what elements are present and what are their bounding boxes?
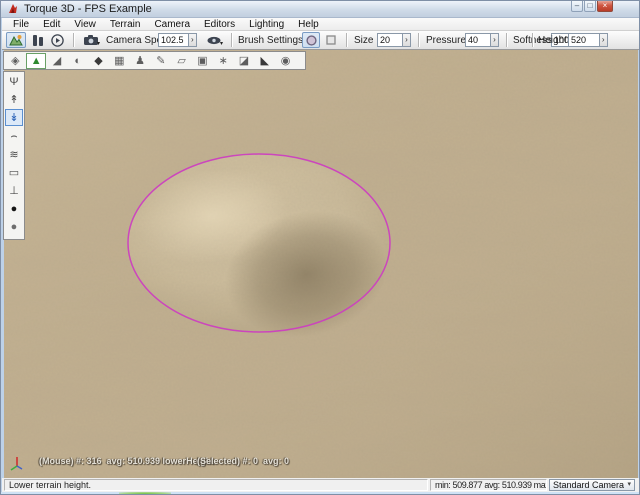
tool-decal-editor[interactable]: ▦	[109, 53, 129, 69]
tool-navigation-editor[interactable]: ◉	[276, 53, 296, 69]
tool-object-editor[interactable]: ◈	[5, 53, 25, 69]
height-input[interactable]	[568, 33, 600, 47]
mouse-stats-overlay: (Mouse) #: 316 avg: 510.939 lowerHeight	[39, 456, 214, 466]
torque3d-window: Torque 3D - FPS Example – □ × FileEditVi…	[0, 0, 640, 495]
tool-terrain-editor[interactable]: ▲	[26, 53, 46, 69]
pressure-spinner[interactable]: ›	[491, 33, 499, 47]
menubar: FileEditViewTerrainCameraEditorsLighting…	[2, 18, 640, 31]
maximize-button[interactable]: □	[584, 1, 596, 12]
tool-material-editor[interactable]: ◐	[68, 53, 88, 69]
menu-view[interactable]: View	[67, 18, 103, 31]
tool-terrain-painter[interactable]: ◢	[47, 53, 67, 69]
camera-icon	[84, 35, 98, 45]
tool-raise-height[interactable]: ↟	[5, 91, 23, 108]
minimize-button[interactable]: –	[571, 1, 583, 12]
size-spinner[interactable]: ›	[403, 33, 411, 47]
circle-brush-button[interactable]	[302, 32, 320, 48]
play-icon	[51, 34, 64, 47]
pressure-input[interactable]	[465, 33, 491, 47]
square-brush-icon	[326, 35, 336, 45]
height-spinner[interactable]: ›	[600, 33, 609, 47]
camera-menu-button[interactable]: ▾	[80, 32, 102, 48]
torque-logo-icon	[7, 3, 19, 15]
terrain-render	[4, 50, 638, 478]
titlebar: Torque 3D - FPS Example – □ ×	[1, 1, 640, 18]
size-input[interactable]	[377, 33, 403, 47]
tool-clear-terrain[interactable]: ●	[5, 200, 23, 217]
pressure-label: Pressure	[426, 31, 466, 50]
tool-restore-terrain[interactable]: ●	[5, 219, 23, 236]
dropdown-arrow-icon: ▾	[627, 480, 631, 490]
status-message: Lower terrain height.	[4, 479, 428, 491]
tool-gui-editor[interactable]: ▣	[192, 53, 212, 69]
tool-mission-area-editor[interactable]: ▱	[172, 53, 192, 69]
play-button[interactable]	[49, 32, 66, 48]
tool-decal-eraser[interactable]: ◪	[234, 53, 254, 69]
menu-editors[interactable]: Editors	[197, 18, 242, 31]
tool-forest-editor[interactable]: ∗	[213, 53, 233, 69]
main-toolbar: ▾ Camera Speed › ▾ Brush Settings	[2, 31, 640, 50]
menu-file[interactable]: File	[6, 18, 36, 31]
visibility-dropdown-tick-icon: ▾	[220, 42, 223, 46]
caption-buttons: – □ ×	[570, 1, 613, 12]
size-label: Size	[354, 31, 373, 50]
window-title: Torque 3D - FPS Example	[24, 1, 152, 18]
camera-speed-field-group: ›	[158, 33, 197, 47]
pressure-field-group: ›	[465, 33, 499, 47]
visibility-menu-button[interactable]: ▾	[203, 32, 225, 48]
tool-sketch-tool[interactable]: ◆	[89, 53, 109, 69]
menu-help[interactable]: Help	[291, 18, 326, 31]
tool-lower-height[interactable]: ↡	[5, 109, 23, 126]
terrain-height-stats: min: 509.877 avg: 510.939 max: 511	[430, 479, 547, 491]
camera-mode-value: Standard Camera	[553, 480, 624, 490]
tool-road-editor[interactable]: ◣	[255, 53, 275, 69]
terrain-brush-palette: Ψ↟↡⌢≋▭⊥●●	[3, 71, 25, 240]
height-label: Height	[538, 31, 567, 50]
tool-grab-terrain[interactable]: Ψ	[5, 73, 23, 90]
world-axis-gizmo-icon	[9, 454, 25, 474]
menu-terrain[interactable]: Terrain	[103, 18, 148, 31]
mountain-sun-icon	[9, 34, 23, 46]
game-objects-button[interactable]	[29, 32, 46, 48]
camera-speed-input[interactable]	[158, 33, 189, 47]
menu-edit[interactable]: Edit	[36, 18, 67, 31]
world-editor-button[interactable]	[6, 32, 26, 48]
tool-set-height[interactable]: ⊥	[5, 182, 23, 199]
camera-dropdown-tick-icon: ▾	[97, 42, 100, 46]
statusbar: Lower terrain height. min: 509.877 avg: …	[2, 478, 640, 492]
toolbar-separator	[73, 33, 74, 47]
object-blocks-icon	[33, 35, 43, 46]
toolbar-separator	[418, 33, 419, 47]
editor-tool-palette: ◈▲◢◐◆▦♟✎▱▣∗◪◣◉	[3, 51, 306, 70]
camera-speed-spinner[interactable]: ›	[189, 33, 197, 47]
tool-flatten[interactable]: ▭	[5, 164, 23, 181]
menu-camera[interactable]: Camera	[147, 18, 197, 31]
viewport[interactable]: (Mouse) #: 316 avg: 510.939 lowerHeight …	[4, 50, 638, 478]
tool-datablock-editor[interactable]: ♟	[130, 53, 150, 69]
selected-stats-overlay: (Selected) #: 0 avg: 0	[197, 456, 289, 466]
toolbar-separator	[231, 33, 232, 47]
size-field-group: ›	[377, 33, 411, 47]
tool-smooth[interactable]: ⌢	[5, 128, 23, 145]
tool-particle-editor[interactable]: ✎	[151, 53, 171, 69]
tool-paint-noise[interactable]: ≋	[5, 146, 23, 163]
toolbar-separator	[346, 33, 347, 47]
close-button[interactable]: ×	[597, 1, 613, 12]
menu-lighting[interactable]: Lighting	[242, 18, 291, 31]
height-field-group: ›	[568, 33, 608, 47]
toolbar-separator	[532, 33, 533, 47]
brush-settings-label: Brush Settings	[238, 31, 303, 50]
circle-brush-icon	[306, 35, 317, 46]
toolbar-separator	[506, 33, 507, 47]
square-brush-button[interactable]	[322, 32, 340, 48]
eye-icon	[207, 36, 221, 45]
camera-mode-dropdown[interactable]: Standard Camera ▾	[549, 479, 635, 491]
